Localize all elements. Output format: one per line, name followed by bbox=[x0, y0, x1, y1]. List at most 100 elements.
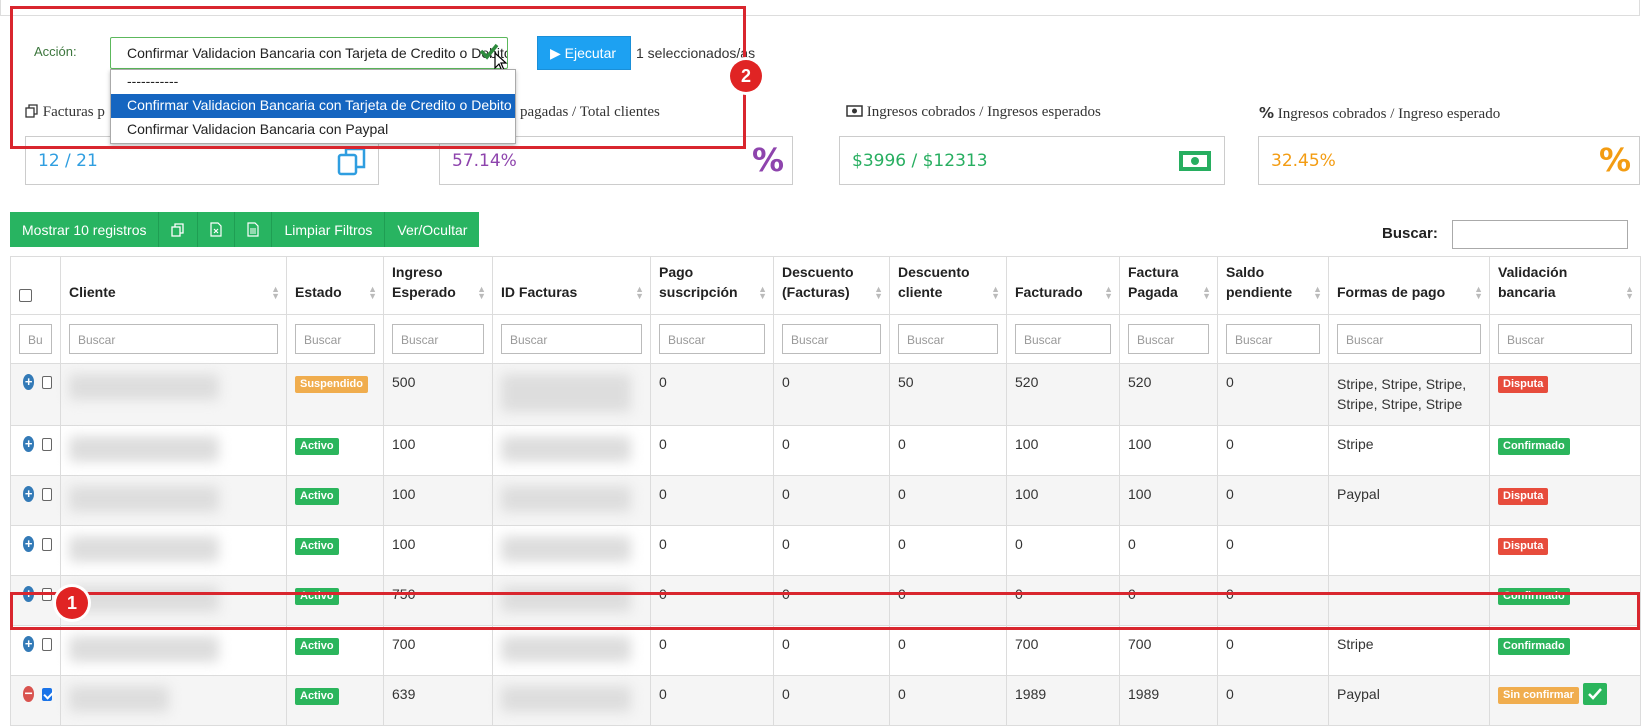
cell-saldo: 0 bbox=[1217, 475, 1329, 526]
filter-input[interactable]: Buscar bbox=[1128, 324, 1209, 354]
header-facturado[interactable]: Facturado ▲ ▼ bbox=[1006, 256, 1120, 315]
copy-button[interactable] bbox=[159, 212, 199, 247]
stat-title-income: Ingresos cobrados / Ingresos esperados bbox=[846, 104, 1101, 121]
expand-icon[interactable]: + bbox=[23, 536, 35, 552]
action-label: Acción: bbox=[34, 44, 77, 59]
filter-input[interactable]: Buscar bbox=[1015, 324, 1111, 354]
copy-icon bbox=[25, 104, 38, 118]
header-validacion-bancaria[interactable]: Validación bancaria ▲ ▼ bbox=[1489, 256, 1641, 315]
validation-badge: Disputa bbox=[1498, 376, 1549, 393]
row-checkbox[interactable] bbox=[42, 487, 52, 501]
show-records-button[interactable]: Mostrar 10 registros bbox=[10, 212, 160, 247]
sort-icon: ▲ ▼ bbox=[477, 284, 486, 301]
header-cliente[interactable]: Cliente ▲ ▼ bbox=[60, 256, 287, 315]
blurred-client-name bbox=[69, 374, 219, 400]
expand-icon[interactable]: + bbox=[23, 436, 35, 452]
filter-input[interactable]: Buscar bbox=[1498, 324, 1632, 354]
header-descuento-facturas[interactable]: Descuento (Facturas) ▲ ▼ bbox=[773, 256, 890, 315]
cell-descuento-cliente: 0 bbox=[889, 625, 1007, 676]
validation-badge: Sin confirmar bbox=[1498, 686, 1579, 704]
table-row[interactable]: + Activo 750 0 0 0 0 0 0 Confirmado bbox=[10, 575, 1641, 626]
blurred-client-name bbox=[69, 586, 219, 612]
table-row-selected[interactable]: − Activo 639 0 0 0 1989 1989 0 Paypal Si… bbox=[10, 675, 1641, 726]
header-select-all[interactable] bbox=[10, 256, 61, 315]
sort-icon: ▲ ▼ bbox=[758, 284, 767, 301]
annotation-badge-2: 2 bbox=[730, 60, 762, 92]
stat-box-income-percent: 32.45% % bbox=[1258, 136, 1640, 185]
status-badge: Activo bbox=[295, 488, 339, 505]
cell-pago: 0 bbox=[650, 475, 774, 526]
validation-badge: Confirmado bbox=[1498, 588, 1570, 605]
header-ingreso-esperado[interactable]: Ingreso Esperado ▲ ▼ bbox=[383, 256, 493, 315]
filter-input[interactable]: Buscar bbox=[898, 324, 998, 354]
expand-icon[interactable]: + bbox=[23, 486, 35, 502]
dropdown-option[interactable]: Confirmar Validacion Bancaria con Paypal bbox=[111, 118, 515, 142]
header-saldo-pendiente[interactable]: Saldo pendiente ▲ ▼ bbox=[1217, 256, 1329, 315]
pdf-export-button[interactable] bbox=[235, 212, 273, 247]
row-checkbox[interactable] bbox=[42, 637, 52, 651]
status-badge: Activo bbox=[295, 538, 339, 555]
header-descuento-cliente[interactable]: Descuento cliente ▲ ▼ bbox=[889, 256, 1007, 315]
cell-ingreso: 100 bbox=[383, 425, 493, 476]
header-id-facturas[interactable]: ID Facturas ▲ ▼ bbox=[492, 256, 651, 315]
stat-value: 32.45% bbox=[1271, 151, 1336, 171]
cell-descuento-facturas: 0 bbox=[773, 475, 890, 526]
filter-input[interactable]: Buscar bbox=[392, 324, 484, 354]
cell-descuento-facturas: 0 bbox=[773, 575, 890, 626]
table-row[interactable]: + Activo 100 0 0 0 100 100 0 Paypal Disp… bbox=[10, 475, 1641, 526]
table-row[interactable]: + Activo 100 0 0 0 100 100 0 Stripe Conf… bbox=[10, 425, 1641, 476]
filter-input[interactable]: Buscar bbox=[1337, 324, 1481, 354]
table-row[interactable]: + Suspendido 500 0 0 50 520 520 0 Stripe… bbox=[10, 363, 1641, 426]
excel-export-button[interactable] bbox=[198, 212, 236, 247]
status-badge: Activo bbox=[295, 588, 339, 605]
header-factura-pagada[interactable]: Factura Pagada ▲ ▼ bbox=[1119, 256, 1218, 315]
select-all-checkbox[interactable] bbox=[19, 289, 32, 302]
filter-input[interactable]: Buscar bbox=[1226, 324, 1320, 354]
row-checkbox[interactable] bbox=[42, 587, 52, 601]
execute-button[interactable]: ▶ Ejecutar bbox=[537, 36, 631, 70]
expand-icon[interactable]: + bbox=[23, 636, 35, 652]
collapse-icon[interactable]: − bbox=[23, 686, 35, 702]
row-checkbox-checked[interactable] bbox=[42, 687, 52, 701]
cell-facturado: 700 bbox=[1006, 625, 1120, 676]
filter-input[interactable]: Buscar bbox=[659, 324, 765, 354]
cell-saldo: 0 bbox=[1217, 363, 1329, 426]
header-formas-pago[interactable]: Formas de pago ▲ ▼ bbox=[1328, 256, 1490, 315]
table-row[interactable]: + Activo 100 0 0 0 0 0 0 Disputa bbox=[10, 525, 1641, 576]
blurred-invoice-ids bbox=[501, 586, 631, 612]
filter-input[interactable]: Buscar bbox=[501, 324, 642, 354]
cell-pago: 0 bbox=[650, 363, 774, 426]
filter-input[interactable]: Buscar bbox=[295, 324, 375, 354]
percent-icon: % bbox=[1598, 141, 1631, 179]
blurred-invoice-ids bbox=[501, 486, 631, 512]
search-input[interactable] bbox=[1452, 220, 1628, 249]
filter-input[interactable]: Bu bbox=[19, 324, 52, 354]
dropdown-option[interactable]: ----------- bbox=[111, 70, 515, 94]
filter-input[interactable]: Buscar bbox=[69, 324, 278, 354]
action-select[interactable]: Confirmar Validacion Bancaria con Tarjet… bbox=[110, 37, 508, 69]
blurred-invoice-ids bbox=[501, 686, 631, 712]
cell-facturado: 1989 bbox=[1006, 675, 1120, 726]
expand-icon[interactable]: + bbox=[23, 586, 35, 602]
money-icon bbox=[1179, 151, 1211, 171]
blurred-invoice-ids bbox=[501, 536, 631, 562]
toggle-columns-button[interactable]: Ver/Ocultar bbox=[385, 212, 479, 247]
cell-saldo: 0 bbox=[1217, 425, 1329, 476]
filter-input[interactable]: Buscar bbox=[782, 324, 881, 354]
table-row[interactable]: + Activo 700 0 0 0 700 700 0 Stripe Conf… bbox=[10, 625, 1641, 676]
confirm-validation-button[interactable] bbox=[1582, 683, 1607, 705]
row-checkbox[interactable] bbox=[42, 375, 52, 389]
header-pago-suscripcion[interactable]: Pago suscripción ▲ ▼ bbox=[650, 256, 774, 315]
stat-title-paid-clients: pagadas / Total clientes bbox=[520, 104, 660, 120]
clear-filters-button[interactable]: Limpiar Filtros bbox=[272, 212, 386, 247]
cell-descuento-cliente: 0 bbox=[889, 525, 1007, 576]
cell-formas-pago bbox=[1328, 525, 1490, 576]
expand-icon[interactable]: + bbox=[23, 374, 35, 390]
row-checkbox[interactable] bbox=[42, 437, 52, 451]
dropdown-option-selected[interactable]: Confirmar Validacion Bancaria con Tarjet… bbox=[111, 94, 515, 118]
blurred-client-name bbox=[69, 636, 219, 662]
header-estado[interactable]: Estado ▲ ▼ bbox=[286, 256, 384, 315]
row-checkbox[interactable] bbox=[42, 537, 52, 551]
cell-saldo: 0 bbox=[1217, 525, 1329, 576]
cell-saldo: 0 bbox=[1217, 625, 1329, 676]
